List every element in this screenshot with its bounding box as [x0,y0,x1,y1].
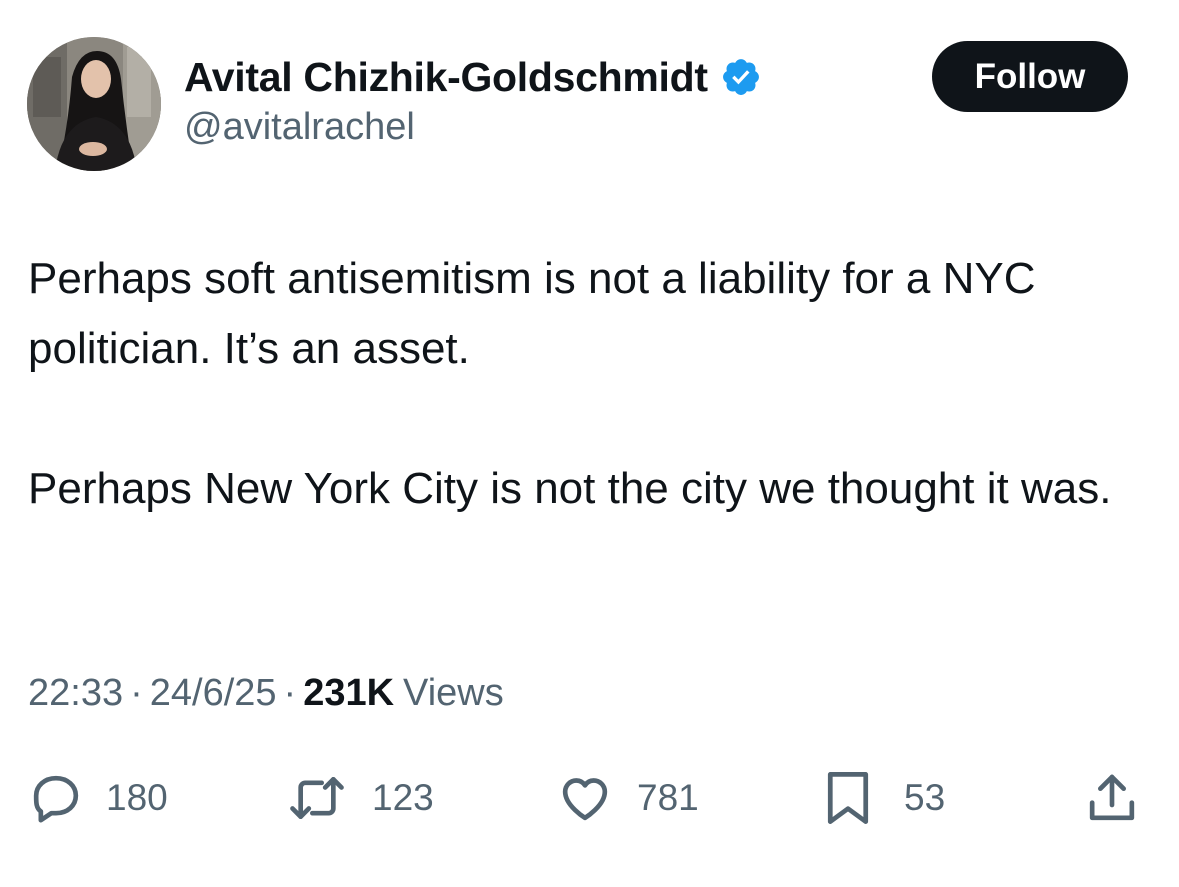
tweet-time[interactable]: 22:33 [28,672,123,715]
tweet-paragraph: Perhaps soft antisemitism is not a liabi… [28,254,1036,373]
reply-count: 180 [106,777,168,818]
views-label[interactable]: Views [403,672,504,715]
like-button[interactable]: 781 [555,768,699,828]
share-icon [1089,774,1135,821]
tweet-paragraph: Perhaps New York City is not the city we… [28,464,1112,513]
tweet-meta: 22:33 · 24/6/25 · 231K Views [28,672,504,715]
avatar[interactable] [27,37,161,171]
repost-button[interactable]: 123 [286,768,434,828]
views-count[interactable]: 231K [303,672,394,715]
tweet-date[interactable]: 24/6/25 [150,672,277,715]
like-count: 781 [637,777,699,818]
repost-icon [290,777,344,819]
bookmark-count: 53 [904,777,946,818]
share-button[interactable] [1084,768,1140,828]
author-name-row: Avital Chizhik-Goldschmidt [184,50,762,104]
follow-button[interactable]: Follow [932,41,1128,112]
tweet-text: Perhaps soft antisemitism is not a liabi… [28,244,1148,524]
author-display-name[interactable]: Avital Chizhik-Goldschmidt [184,54,708,101]
bookmark-icon [827,772,869,824]
meta-separator: · [130,672,143,714]
verified-badge-icon[interactable] [720,56,762,98]
reply-icon [33,775,79,823]
author-handle[interactable]: @avitalrachel [184,106,415,149]
bookmark-button[interactable]: 53 [822,768,945,828]
repost-count: 123 [372,777,434,818]
avatar-photo [27,37,161,171]
reply-button[interactable]: 180 [28,768,168,828]
heart-icon [562,778,608,821]
meta-separator: · [283,672,297,714]
